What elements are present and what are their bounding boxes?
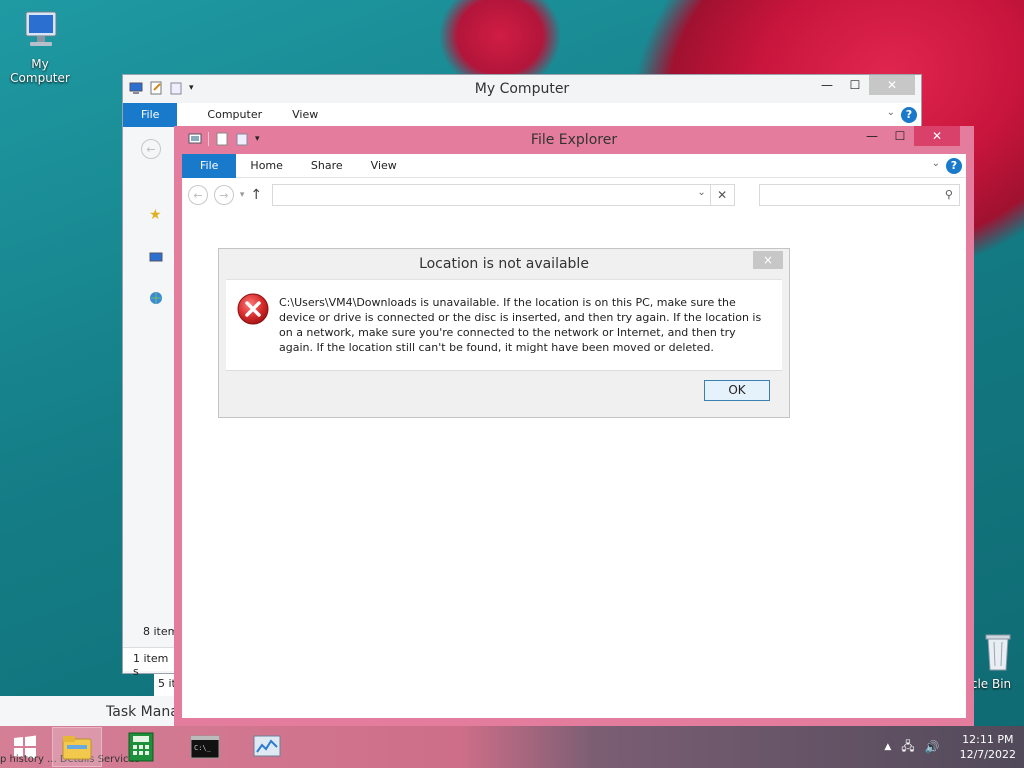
svg-text:C:\_: C:\_ [194,744,212,752]
dialog-body: C:\Users\VM4\Downloads is unavailable. I… [226,279,782,371]
taskbar-command-prompt[interactable]: C:\_ [180,727,230,767]
window-title: My Computer [474,81,570,97]
close-button[interactable]: ✕ [869,75,915,95]
dialog-footer: OK [226,371,782,409]
task-manager-icon [253,735,281,757]
terminal-icon: C:\_ [190,735,220,759]
task-manager-title: Task Mana [106,704,179,720]
window-title: File Explorer [530,132,618,148]
volume-icon[interactable]: 🔊 [925,740,940,754]
task-manager-window[interactable]: Task Mana [0,696,180,726]
tab-file[interactable]: File [182,153,237,178]
maximize-button[interactable]: ☐ [841,75,869,95]
back-arrow-icon: ← [141,139,161,159]
recycle-bin-icon [972,632,1024,675]
desktop-icon-label: My Computer [10,57,70,85]
close-button[interactable]: ✕ [914,126,960,146]
back-button[interactable]: ← [188,185,208,205]
recent-locations-icon[interactable]: ▾ [240,190,245,200]
minimize-button[interactable]: — [813,75,841,95]
computer-icon [0,8,80,55]
clock-date: 12/7/2022 [959,748,1016,761]
search-icon: ⚲ [944,188,953,201]
network-tray-icon[interactable]: 🖧 [901,737,914,758]
taskbar-calculator[interactable] [116,727,166,767]
tab-computer[interactable]: Computer [177,103,276,127]
help-icon[interactable]: ? [901,107,917,123]
explorer-content: File Home Share View ⌄ ? ← → ▾ ↑ ⌄ ✕ ⚲ [182,153,966,718]
tab-share[interactable]: Share [297,154,357,178]
address-bar[interactable]: ⌄ [272,184,711,206]
tab-view[interactable]: View [276,103,332,127]
dialog-titlebar[interactable]: Location is not available × [219,249,789,279]
window-controls: — ☐ ✕ [813,75,915,95]
task-manager-count: 5 it [154,674,176,696]
desktop-icon-my-computer[interactable]: My Computer [0,8,80,85]
chevron-down-icon[interactable]: ⌄ [887,107,895,118]
up-arrow-icon[interactable]: ↑ [250,187,262,203]
desktop-icon-label: cle Bin [970,677,1012,691]
window-controls: — ☐ ✕ [858,126,960,146]
chevron-down-icon[interactable]: ⌄ [697,187,705,198]
clock-time: 12:11 PM [962,733,1014,746]
system-tray: ▲ 🖧 🔊 12:11 PM 12/7/2022 [884,726,1016,768]
folder-icon [62,736,92,760]
titlebar[interactable]: ▾ File Explorer — ☐ ✕ [182,126,966,154]
tab-file[interactable]: File [123,102,178,127]
search-input[interactable]: ⚲ [758,184,960,206]
file-explorer-window[interactable]: ▾ File Explorer — ☐ ✕ File Home Share Vi… [174,126,974,726]
computer-small-icon [149,251,163,268]
chevron-down-icon[interactable]: ⌄ [932,158,940,169]
dialog-close-button[interactable]: × [753,251,783,269]
error-dialog[interactable]: Location is not available × C:\Users\VM4… [218,248,790,418]
dialog-title: Location is not available [419,256,589,272]
navigation-bar: ← → ▾ ↑ ⌄ ✕ ⚲ [182,178,966,212]
titlebar[interactable]: ▾ My Computer — ☐ ✕ [123,75,921,103]
taskbar: p history ... Details Services C:\_ [0,726,1024,768]
clock[interactable]: 12:11 PM 12/7/2022 [960,732,1016,762]
minimize-button[interactable]: — [858,126,886,146]
forward-button[interactable]: → [213,185,234,205]
taskbar-file-explorer[interactable] [52,727,102,767]
ok-button[interactable]: OK [704,380,770,401]
tab-home[interactable]: Home [236,154,296,178]
clear-address-button[interactable]: ✕ [710,184,735,206]
help-icon[interactable]: ? [946,158,962,174]
network-icon [149,291,163,308]
tab-view[interactable]: View [357,154,411,178]
taskbar-task-manager[interactable] [242,727,292,767]
ribbon-tabs: File Computer View ⌄ ? [123,102,921,127]
status-selected: 1 item s [123,647,175,678]
maximize-button[interactable]: ☐ [886,126,914,146]
ribbon-tabs: File Home Share View ⌄ ? [182,153,966,178]
error-icon [236,292,270,329]
dialog-message: C:\Users\VM4\Downloads is unavailable. I… [279,296,762,354]
star-icon: ★ [149,207,162,223]
show-hidden-icons-icon[interactable]: ▲ [884,742,891,752]
calculator-icon [128,732,154,762]
back-button[interactable]: ← [141,139,161,159]
